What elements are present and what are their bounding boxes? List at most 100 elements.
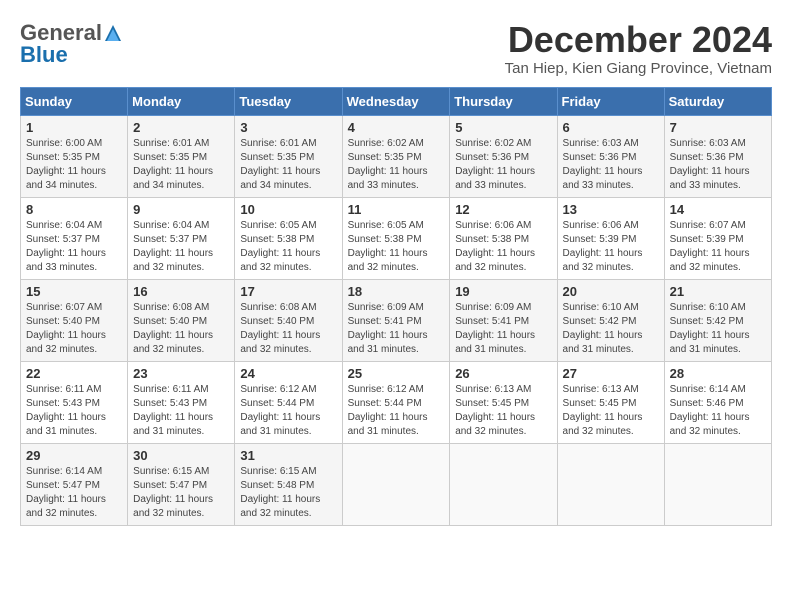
weekday-header-saturday: Saturday [664,87,771,115]
calendar-day-cell: 8 Sunrise: 6:04 AMSunset: 5:37 PMDaylight… [21,197,128,279]
day-number: 19 [455,284,551,299]
day-info: Sunrise: 6:15 AMSunset: 5:48 PMDaylight:… [240,465,336,521]
logo-icon [103,23,123,43]
day-number: 27 [563,366,659,381]
day-number: 13 [563,202,659,217]
logo-blue: Blue [20,42,68,68]
day-info: Sunrise: 6:00 AMSunset: 5:35 PMDaylight:… [26,137,122,193]
weekday-header-monday: Monday [128,87,235,115]
day-info: Sunrise: 6:09 AMSunset: 5:41 PMDaylight:… [455,301,551,357]
day-number: 3 [240,120,336,135]
day-number: 9 [133,202,229,217]
day-info: Sunrise: 6:14 AMSunset: 5:46 PMDaylight:… [670,383,766,439]
calendar-day-cell [450,443,557,525]
calendar-day-cell: 10 Sunrise: 6:05 AMSunset: 5:38 PMDayligh… [235,197,342,279]
calendar-day-cell: 1 Sunrise: 6:00 AMSunset: 5:35 PMDaylight… [21,115,128,197]
day-number: 30 [133,448,229,463]
day-number: 31 [240,448,336,463]
day-number: 11 [348,202,445,217]
day-info: Sunrise: 6:07 AMSunset: 5:40 PMDaylight:… [26,301,122,357]
day-info: Sunrise: 6:03 AMSunset: 5:36 PMDaylight:… [670,137,766,193]
day-number: 10 [240,202,336,217]
day-info: Sunrise: 6:15 AMSunset: 5:47 PMDaylight:… [133,465,229,521]
day-number: 16 [133,284,229,299]
day-info: Sunrise: 6:06 AMSunset: 5:38 PMDaylight:… [455,219,551,275]
day-info: Sunrise: 6:04 AMSunset: 5:37 PMDaylight:… [26,219,122,275]
day-info: Sunrise: 6:10 AMSunset: 5:42 PMDaylight:… [670,301,766,357]
day-info: Sunrise: 6:01 AMSunset: 5:35 PMDaylight:… [133,137,229,193]
day-number: 8 [26,202,122,217]
calendar-day-cell: 22Sunrise: 6:11 AMSunset: 5:43 PMDayligh… [21,361,128,443]
calendar-day-cell: 16 Sunrise: 6:08 AMSunset: 5:40 PMDayligh… [128,279,235,361]
day-number: 28 [670,366,766,381]
day-info: Sunrise: 6:07 AMSunset: 5:39 PMDaylight:… [670,219,766,275]
calendar-day-cell [342,443,450,525]
day-number: 23 [133,366,229,381]
calendar-day-cell: 3Sunrise: 6:01 AMSunset: 5:35 PMDaylight… [235,115,342,197]
calendar-day-cell: 6 Sunrise: 6:03 AMSunset: 5:36 PMDaylight… [557,115,664,197]
day-info: Sunrise: 6:05 AMSunset: 5:38 PMDaylight:… [240,219,336,275]
weekday-header-wednesday: Wednesday [342,87,450,115]
page-header: General Blue December 2024 Tan Hiep, Kie… [20,20,772,77]
day-info: Sunrise: 6:04 AMSunset: 5:37 PMDaylight:… [133,219,229,275]
calendar-day-cell: 26Sunrise: 6:13 AMSunset: 5:45 PMDayligh… [450,361,557,443]
day-number: 5 [455,120,551,135]
day-info: Sunrise: 6:02 AMSunset: 5:35 PMDaylight:… [348,137,445,193]
calendar-day-cell: 15 Sunrise: 6:07 AMSunset: 5:40 PMDayligh… [21,279,128,361]
day-number: 18 [348,284,445,299]
calendar-day-cell: 13 Sunrise: 6:06 AMSunset: 5:39 PMDayligh… [557,197,664,279]
day-number: 1 [26,120,122,135]
calendar-day-cell [557,443,664,525]
calendar-day-cell: 20 Sunrise: 6:10 AMSunset: 5:42 PMDayligh… [557,279,664,361]
calendar-week-row: 22Sunrise: 6:11 AMSunset: 5:43 PMDayligh… [21,361,772,443]
day-info: Sunrise: 6:11 AMSunset: 5:43 PMDaylight:… [133,383,229,439]
calendar-day-cell: 18 Sunrise: 6:09 AMSunset: 5:41 PMDayligh… [342,279,450,361]
day-number: 6 [563,120,659,135]
calendar-day-cell: 12 Sunrise: 6:06 AMSunset: 5:38 PMDayligh… [450,197,557,279]
calendar-day-cell: 11Sunrise: 6:05 AMSunset: 5:38 PMDayligh… [342,197,450,279]
calendar-day-cell: 19 Sunrise: 6:09 AMSunset: 5:41 PMDayligh… [450,279,557,361]
day-info: Sunrise: 6:03 AMSunset: 5:36 PMDaylight:… [563,137,659,193]
day-number: 14 [670,202,766,217]
day-number: 12 [455,202,551,217]
day-info: Sunrise: 6:13 AMSunset: 5:45 PMDaylight:… [455,383,551,439]
day-info: Sunrise: 6:06 AMSunset: 5:39 PMDaylight:… [563,219,659,275]
day-info: Sunrise: 6:09 AMSunset: 5:41 PMDaylight:… [348,301,445,357]
day-info: Sunrise: 6:02 AMSunset: 5:36 PMDaylight:… [455,137,551,193]
calendar-week-row: 29 Sunrise: 6:14 AMSunset: 5:47 PMDayligh… [21,443,772,525]
day-info: Sunrise: 6:14 AMSunset: 5:47 PMDaylight:… [26,465,122,521]
calendar-day-cell: 14 Sunrise: 6:07 AMSunset: 5:39 PMDayligh… [664,197,771,279]
weekday-header-friday: Friday [557,87,664,115]
day-number: 17 [240,284,336,299]
title-block: December 2024 Tan Hiep, Kien Giang Provi… [505,20,772,77]
day-number: 29 [26,448,122,463]
calendar-day-cell: 9 Sunrise: 6:04 AMSunset: 5:37 PMDaylight… [128,197,235,279]
calendar-day-cell: 4 Sunrise: 6:02 AMSunset: 5:35 PMDaylight… [342,115,450,197]
calendar-day-cell: 28 Sunrise: 6:14 AMSunset: 5:46 PMDayligh… [664,361,771,443]
day-number: 25 [348,366,445,381]
calendar-day-cell: 2 Sunrise: 6:01 AMSunset: 5:35 PMDaylight… [128,115,235,197]
weekday-header-tuesday: Tuesday [235,87,342,115]
day-number: 15 [26,284,122,299]
day-info: Sunrise: 6:10 AMSunset: 5:42 PMDaylight:… [563,301,659,357]
calendar-day-cell: 24Sunrise: 6:12 AMSunset: 5:44 PMDayligh… [235,361,342,443]
weekday-header-sunday: Sunday [21,87,128,115]
calendar-day-cell: 7Sunrise: 6:03 AMSunset: 5:36 PMDaylight… [664,115,771,197]
calendar-day-cell: 23 Sunrise: 6:11 AMSunset: 5:43 PMDayligh… [128,361,235,443]
calendar-week-row: 15 Sunrise: 6:07 AMSunset: 5:40 PMDayligh… [21,279,772,361]
day-number: 2 [133,120,229,135]
calendar-day-cell: 29 Sunrise: 6:14 AMSunset: 5:47 PMDayligh… [21,443,128,525]
day-info: Sunrise: 6:13 AMSunset: 5:45 PMDaylight:… [563,383,659,439]
calendar-table: SundayMondayTuesdayWednesdayThursdayFrid… [20,87,772,526]
calendar-day-cell: 21 Sunrise: 6:10 AMSunset: 5:42 PMDayligh… [664,279,771,361]
day-info: Sunrise: 6:08 AMSunset: 5:40 PMDaylight:… [133,301,229,357]
day-info: Sunrise: 6:12 AMSunset: 5:44 PMDaylight:… [348,383,445,439]
logo: General Blue [20,20,124,68]
day-number: 20 [563,284,659,299]
day-info: Sunrise: 6:12 AMSunset: 5:44 PMDaylight:… [240,383,336,439]
calendar-day-cell: 31 Sunrise: 6:15 AMSunset: 5:48 PMDayligh… [235,443,342,525]
day-number: 21 [670,284,766,299]
calendar-week-row: 8 Sunrise: 6:04 AMSunset: 5:37 PMDaylight… [21,197,772,279]
calendar-subtitle: Tan Hiep, Kien Giang Province, Vietnam [505,60,772,77]
day-number: 4 [348,120,445,135]
